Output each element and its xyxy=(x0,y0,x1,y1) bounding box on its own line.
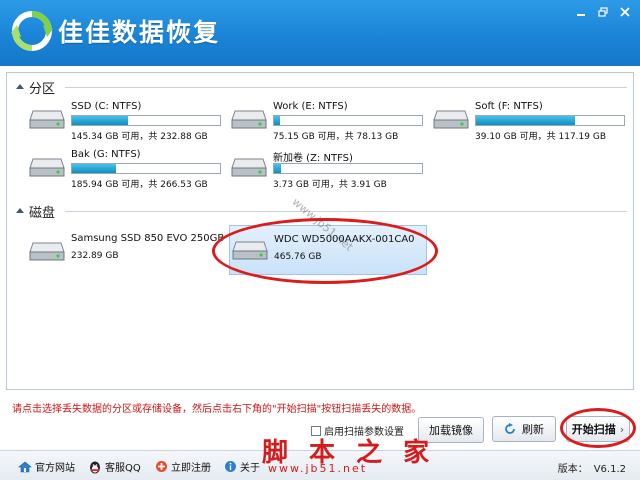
refresh-label: 刷新 xyxy=(522,423,544,436)
hard-drive-icon xyxy=(231,110,267,129)
register-icon xyxy=(155,460,168,473)
usage-bar xyxy=(71,163,221,174)
support-link[interactable]: 客服QQ xyxy=(88,459,141,474)
partition-name: Work (E: NTFS) xyxy=(273,101,348,112)
usage-bar xyxy=(71,115,221,126)
refresh-button[interactable]: 刷新 xyxy=(492,416,556,442)
close-icon[interactable] xyxy=(614,3,636,21)
partition-capacity: 145.34 GB 可用，共 232.88 GB xyxy=(71,132,208,142)
hard-drive-icon xyxy=(433,110,469,129)
restore-icon[interactable] xyxy=(592,3,614,21)
about-link[interactable]: 关于 xyxy=(224,459,260,474)
hard-drive-icon xyxy=(29,110,65,129)
usage-bar xyxy=(273,115,423,126)
register-link[interactable]: 立即注册 xyxy=(155,459,211,474)
partition-name: 新加卷 (Z: NTFS) xyxy=(273,153,353,164)
partition-tile-g[interactable]: Bak (G: NTFS) 185.94 GB 可用，共 266.53 GB xyxy=(27,147,227,191)
partition-name: SSD (C: NTFS) xyxy=(71,101,142,112)
support-label: 客服QQ xyxy=(105,463,141,474)
refresh-icon xyxy=(505,423,515,434)
partition-name: Bak (G: NTFS) xyxy=(71,149,141,160)
qq-penguin-icon xyxy=(88,460,102,474)
disk-size: 232.89 GB xyxy=(71,251,119,261)
info-icon xyxy=(224,460,237,473)
brand-watermark-url: www.jb51.net xyxy=(268,462,368,475)
partition-name: Soft (F: NTFS) xyxy=(475,101,543,112)
disk-name: Samsung SSD 850 EVO 250GB xyxy=(71,233,225,244)
partition-capacity: 75.15 GB 可用，共 78.13 GB xyxy=(273,132,399,142)
usage-bar xyxy=(273,163,423,174)
hard-drive-icon xyxy=(29,242,65,261)
about-label: 关于 xyxy=(240,463,260,474)
usage-bar xyxy=(475,115,625,126)
partition-section-title: 分区 xyxy=(29,82,56,97)
hard-drive-icon xyxy=(29,158,65,177)
partition-section-header[interactable]: 分区 xyxy=(7,77,633,97)
partition-tile-z[interactable]: 新加卷 (Z: NTFS) 3.73 GB 可用，共 3.91 GB xyxy=(229,147,429,191)
collapse-arrow-icon[interactable] xyxy=(16,83,24,91)
partition-tile-f[interactable]: Soft (F: NTFS) 39.10 GB 可用，共 117.19 GB xyxy=(431,99,631,143)
website-link[interactable]: 官方网站 xyxy=(18,459,75,474)
instruction-hint: 请点击选择丢失数据的分区或存储设备，然后点击右下角的"开始扫描"按钮扫描丢失的数… xyxy=(12,404,422,415)
collapse-arrow-icon[interactable] xyxy=(16,207,24,215)
partition-tile-c[interactable]: SSD (C: NTFS) 145.34 GB 可用，共 232.88 GB xyxy=(27,99,227,143)
register-label: 立即注册 xyxy=(171,463,211,474)
disk-tile-samsung[interactable]: Samsung SSD 850 EVO 250GB 232.89 GB xyxy=(27,231,227,275)
partition-tile-e[interactable]: Work (E: NTFS) 75.15 GB 可用，共 78.13 GB xyxy=(229,99,429,143)
home-icon xyxy=(18,461,32,473)
partition-capacity: 3.73 GB 可用，共 3.91 GB xyxy=(273,180,387,190)
version-info: 版本： V6.1.2 xyxy=(558,460,626,475)
website-label: 官方网站 xyxy=(35,463,75,474)
title-bar: 佳佳数据恢复 xyxy=(0,0,640,66)
minimize-icon[interactable] xyxy=(570,3,592,21)
partition-capacity: 185.94 GB 可用，共 266.53 GB xyxy=(71,180,208,190)
app-title: 佳佳数据恢复 xyxy=(58,18,221,47)
version-number: V6.1.2 xyxy=(593,464,626,475)
version-label: 版本： xyxy=(557,464,588,475)
hard-drive-icon xyxy=(231,158,267,177)
highlight-ellipse-scan xyxy=(560,408,636,448)
disk-section-title: 磁盘 xyxy=(29,206,56,221)
partition-capacity: 39.10 GB 可用，共 117.19 GB xyxy=(475,132,606,142)
app-logo-icon xyxy=(11,11,53,51)
